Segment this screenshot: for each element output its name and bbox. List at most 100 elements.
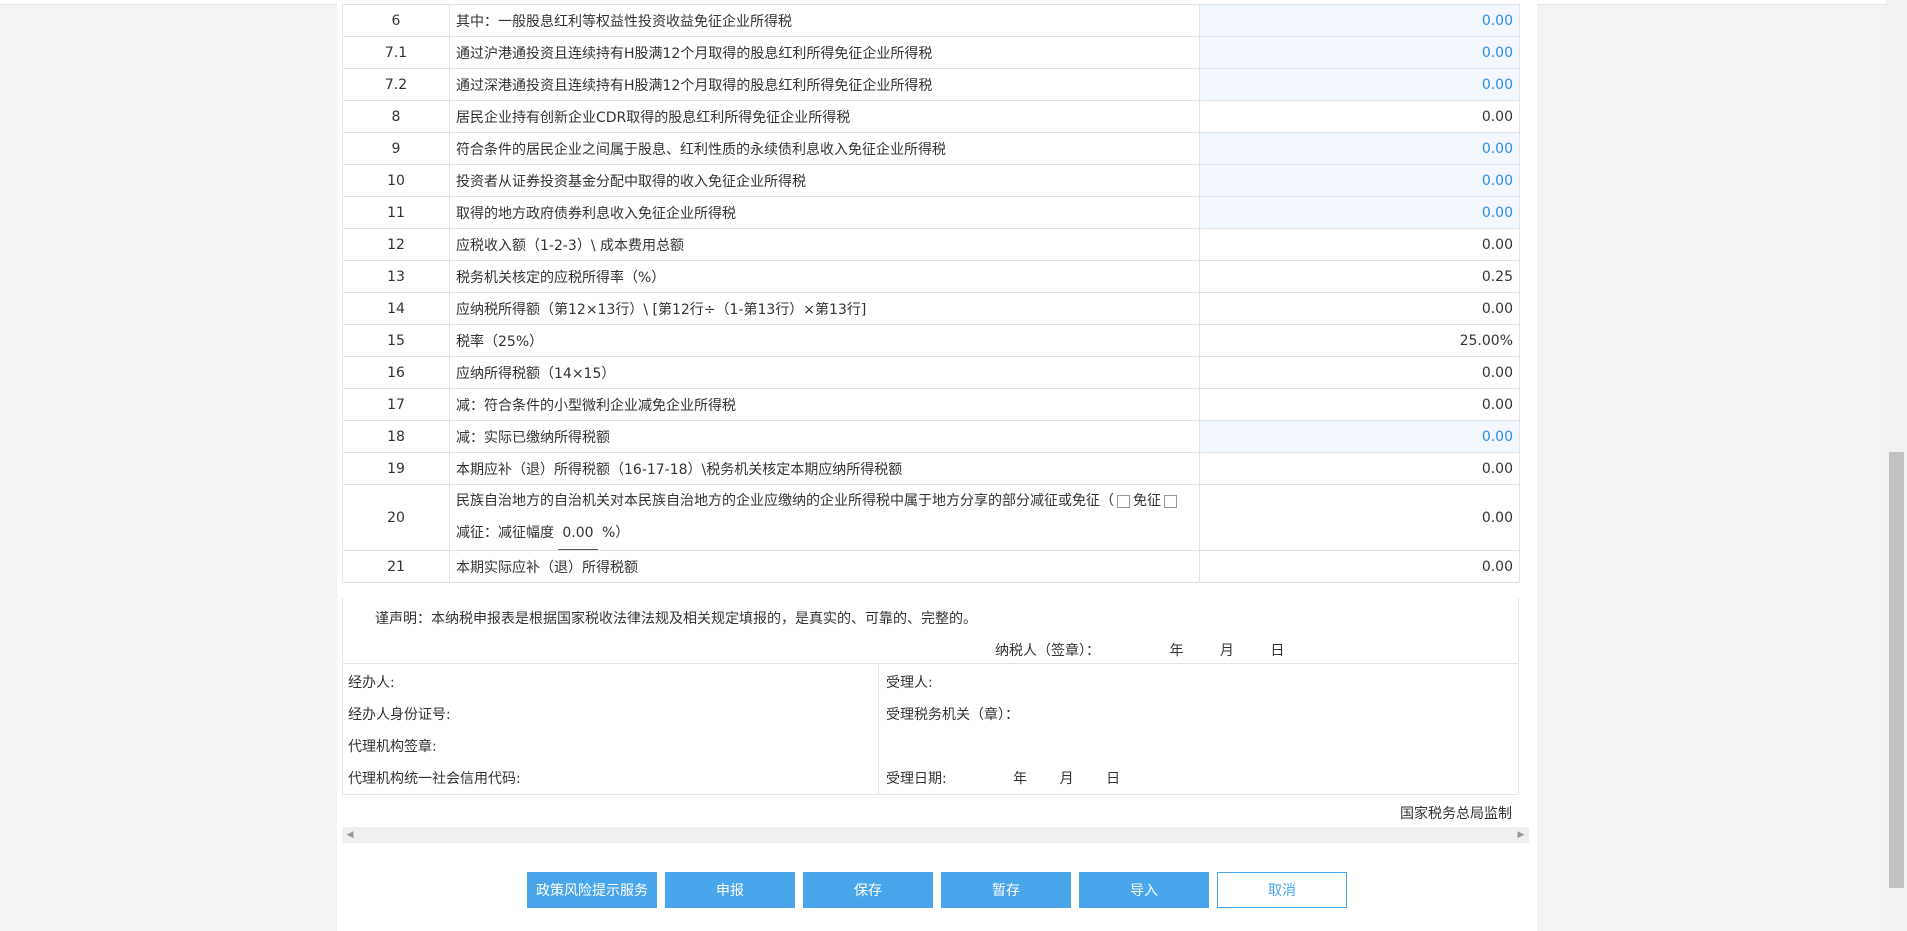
declaration-section: 谨声明：本纳税申报表是根据国家税收法律法规及相关规定填报的，是真实的、可靠的、完… [342, 598, 1519, 664]
row-value-input[interactable]: 0.00 [1199, 36, 1520, 69]
vertical-scrollbar[interactable] [1886, 0, 1907, 931]
exempt-checkbox[interactable] [1117, 494, 1130, 508]
row20-text-a: 民族自治地方的自治机关对本民族自治地方的企业应缴纳的企业所得税中属于地方分享的部… [456, 493, 1114, 509]
row-value-input[interactable]: 0.00 [1199, 420, 1520, 453]
rate-suffix: %） [602, 525, 630, 541]
row-item: 应纳所得税额（14×15） [449, 356, 1200, 389]
row-number: 18 [342, 420, 450, 453]
signature-section: 经办人: 经办人身份证号: 代理机构签章: 代理机构统一社会信用代码: 受理人:… [342, 664, 1519, 795]
row-item: 本期实际应补（退）所得税额 [449, 550, 1200, 583]
row-value-input[interactable]: 0.00 [1199, 4, 1520, 37]
table-body: 6 其中：一般股息红利等权益性投资收益免征企业所得税 0.00 7.1 通过沪港通投资且… [342, 4, 1520, 485]
date-year: 年 [1013, 771, 1028, 787]
temp-save-button[interactable]: 暂存 [941, 872, 1071, 908]
sign-month: 月 [1219, 643, 1234, 659]
declaration-statement: 谨声明：本纳税申报表是根据国家税收法律法规及相关规定填报的，是真实的、可靠的、完… [375, 611, 977, 627]
policy-risk-button[interactable]: 政策风险提示服务 [527, 872, 657, 908]
row-item: 居民企业持有创新企业CDR取得的股息红利所得免征企业所得税 [449, 100, 1200, 133]
row-number: 19 [342, 452, 450, 485]
scroll-left-icon[interactable]: ◀ [342, 827, 358, 843]
row-value: 25.00% [1199, 324, 1520, 357]
sign-day: 日 [1270, 643, 1285, 659]
table-row: 12 应税收入额（1-2-3）\ 成本费用总额 0.00 [342, 228, 1520, 261]
declare-button[interactable]: 申报 [665, 872, 795, 908]
table-row-20: 20 民族自治地方的自治机关对本民族自治地方的企业应缴纳的企业所得税中属于地方分… [342, 484, 1520, 551]
row-value: 0.25 [1199, 260, 1520, 293]
row-value: 0.00 [1199, 388, 1520, 421]
row-number: 11 [342, 196, 450, 229]
row-item: 减：实际已缴纳所得税额 [449, 420, 1200, 453]
table-row: 10 投资者从证券投资基金分配中取得的收入免征企业所得税 0.00 [342, 164, 1520, 197]
table-row: 11 取得的地方政府债券利息收入免征企业所得税 0.00 [342, 196, 1520, 229]
taxpayer-signature: 纳税人（签章）： 年 月 日 [995, 640, 1284, 660]
cancel-button[interactable]: 取消 [1217, 872, 1347, 908]
handler-id-label: 经办人身份证号: [348, 707, 451, 723]
row-number: 7.2 [342, 68, 450, 101]
receiver-label: 受理人: [886, 675, 933, 691]
row-item: 本期应补（退）所得税额（16-17-18）\税务机关核定本期应纳所得税额 [449, 452, 1200, 485]
table-row: 7.1 通过沪港通投资且连续持有H股满12个月取得的股息红利所得免征企业所得税 0.… [342, 36, 1520, 69]
row-item: 民族自治地方的自治机关对本民族自治地方的企业应缴纳的企业所得税中属于地方分享的部… [449, 484, 1200, 551]
row-number: 10 [342, 164, 450, 197]
form-panel: 6 其中：一般股息红利等权益性投资收益免征企业所得税 0.00 7.1 通过沪港通投资且… [337, 4, 1537, 931]
row-item: 取得的地方政府债券利息收入免征企业所得税 [449, 196, 1200, 229]
agency-seal-label: 代理机构签章: [348, 739, 437, 755]
horizontal-scrollbar[interactable]: ◀ ▶ [342, 827, 1529, 843]
import-button[interactable]: 导入 [1079, 872, 1209, 908]
row-value: 0.00 [1199, 484, 1520, 551]
row-value-input[interactable]: 0.00 [1199, 68, 1520, 101]
row-item: 税务机关核定的应税所得率（%） [449, 260, 1200, 293]
table-row: 15 税率（25%） 25.00% [342, 324, 1520, 357]
receiving-date: 受理日期: 年 月 日 [886, 768, 1120, 788]
table-row: 14 应纳税所得额（第12×13行）\ [第12行÷（1-第13行）×第13行] 0… [342, 292, 1520, 325]
table-row: 16 应纳所得税额（14×15） 0.00 [342, 356, 1520, 389]
scroll-right-icon[interactable]: ▶ [1513, 827, 1529, 843]
table-row: 18 减：实际已缴纳所得税额 0.00 [342, 420, 1520, 453]
table-body-tail: 20 民族自治地方的自治机关对本民族自治地方的企业应缴纳的企业所得税中属于地方分… [342, 484, 1520, 583]
row-number: 15 [342, 324, 450, 357]
table-row-21: 21 本期实际应补（退）所得税额 0.00 [342, 550, 1520, 583]
row-item: 其中：一般股息红利等权益性投资收益免征企业所得税 [449, 4, 1200, 37]
row-value: 0.00 [1199, 228, 1520, 261]
row-value: 0.00 [1199, 100, 1520, 133]
row-value: 0.00 [1199, 292, 1520, 325]
row-number: 14 [342, 292, 450, 325]
row-value: 0.00 [1199, 452, 1520, 485]
row-value-input[interactable]: 0.00 [1199, 196, 1520, 229]
row-value-input[interactable]: 0.00 [1199, 132, 1520, 165]
reduce-checkbox[interactable] [1164, 494, 1177, 508]
row20-line-1: 民族自治地方的自治机关对本民族自治地方的企业应缴纳的企业所得税中属于地方分享的部… [456, 486, 1193, 518]
page: 6 其中：一般股息红利等权益性投资收益免征企业所得税 0.00 7.1 通过沪港通投资且… [0, 0, 1907, 931]
row-item: 应纳税所得额（第12×13行）\ [第12行÷（1-第13行）×第13行] [449, 292, 1200, 325]
table-row: 13 税务机关核定的应税所得率（%） 0.25 [342, 260, 1520, 293]
table-row: 8 居民企业持有创新企业CDR取得的股息红利所得免征企业所得税 0.00 [342, 100, 1520, 133]
scroll-thumb[interactable] [1889, 452, 1904, 888]
signature-divider [878, 664, 879, 794]
row-number: 20 [342, 484, 450, 551]
date-day: 日 [1106, 771, 1121, 787]
table-row: 19 本期应补（退）所得税额（16-17-18）\税务机关核定本期应纳所得税额 0.… [342, 452, 1520, 485]
date-month: 月 [1059, 771, 1074, 787]
row-item: 税率（25%） [449, 324, 1200, 357]
row-item: 通过沪港通投资且连续持有H股满12个月取得的股息红利所得免征企业所得税 [449, 36, 1200, 69]
agency-code-label: 代理机构统一社会信用代码: [348, 771, 521, 787]
handler-label: 经办人: [348, 675, 395, 691]
save-button[interactable]: 保存 [803, 872, 933, 908]
sign-year: 年 [1169, 643, 1184, 659]
row-item: 符合条件的居民企业之间属于股息、红利性质的永续债利息收入免征企业所得税 [449, 132, 1200, 165]
row-item: 投资者从证券投资基金分配中取得的收入免征企业所得税 [449, 164, 1200, 197]
receiving-office-label: 受理税务机关（章）： [886, 707, 1019, 723]
row-value-input[interactable]: 0.00 [1199, 164, 1520, 197]
row-value: 0.00 [1199, 356, 1520, 389]
table-row: 9 符合条件的居民企业之间属于股息、红利性质的永续债利息收入免征企业所得税 0.00 [342, 132, 1520, 165]
action-bar: 政策风险提示服务 申报 保存 暂存 导入 取消 [527, 872, 1387, 908]
row-number: 7.1 [342, 36, 450, 69]
table-row: 7.2 通过深港通投资且连续持有H股满12个月取得的股息红利所得免征企业所得税 0.… [342, 68, 1520, 101]
row-value: 0.00 [1199, 550, 1520, 583]
row-number: 8 [342, 100, 450, 133]
reduction-rate-input[interactable]: 0.00 [558, 517, 598, 550]
row-number: 12 [342, 228, 450, 261]
row-number: 17 [342, 388, 450, 421]
supervision-note: 国家税务总局监制 [1400, 806, 1512, 822]
row20-text-b: 减征：减征幅度 [456, 525, 554, 541]
